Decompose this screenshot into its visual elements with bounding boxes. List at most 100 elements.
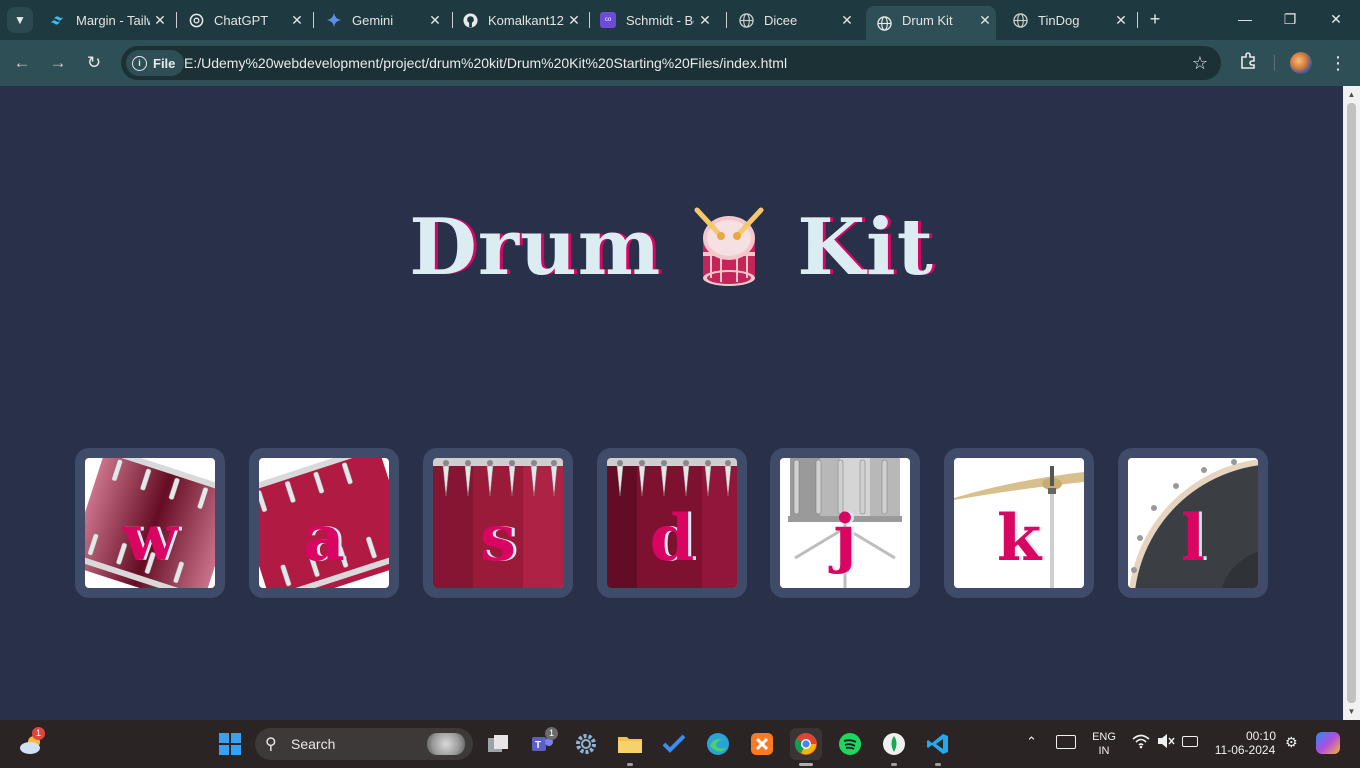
start-windows-icon[interactable] <box>214 728 246 760</box>
close-icon[interactable]: ✕ <box>566 12 582 29</box>
reload-icon[interactable]: ↻ <box>82 51 106 75</box>
weather-badge: 1 <box>32 727 45 740</box>
search-highlight-image <box>427 733 465 755</box>
close-icon[interactable]: ✕ <box>150 12 170 29</box>
drum-pad-j[interactable]: j <box>770 448 920 598</box>
minimize-icon[interactable]: — <box>1225 8 1265 30</box>
windows-taskbar: 1 ⚲ Search T 1 ⌃ ENG IN 00:10 11-06-2024… <box>0 720 1360 768</box>
drum-pad-set: w a s d j k l <box>75 448 1275 598</box>
drum-pad-l[interactable]: l <box>1118 448 1268 598</box>
drum-pad-a[interactable]: a <box>249 448 399 598</box>
pad-key-label: a <box>303 500 345 576</box>
drum-pad-s[interactable]: s <box>423 448 573 598</box>
drum-pad-w[interactable]: w <box>75 448 225 598</box>
battery-icon[interactable] <box>1182 736 1198 747</box>
globe-icon <box>876 15 892 31</box>
task-view-icon[interactable] <box>482 728 514 760</box>
tab-title: ChatGPT <box>214 12 269 28</box>
todo-check-icon[interactable] <box>658 728 690 760</box>
xampp-icon[interactable] <box>746 728 778 760</box>
pad-key-label: w <box>122 500 178 576</box>
window-close-icon[interactable]: ✕ <box>1316 8 1356 30</box>
close-icon[interactable]: ✕ <box>836 12 858 29</box>
notification-bell-icon[interactable]: ⚙ <box>1285 734 1298 751</box>
github-icon <box>462 12 478 28</box>
drum-pad-d[interactable]: d <box>597 448 747 598</box>
url-text[interactable]: E:/Udemy%20webdevelopment/project/drum%2… <box>184 55 787 71</box>
tab-tindog[interactable]: TinDog ✕ <box>1002 6 1132 34</box>
volume-muted-icon[interactable] <box>1157 733 1175 754</box>
profile-avatar[interactable] <box>1290 52 1312 74</box>
close-icon[interactable]: ✕ <box>1110 12 1132 29</box>
restore-icon[interactable]: ❐ <box>1270 8 1310 30</box>
vscode-icon[interactable] <box>922 728 954 760</box>
toolbar-divider <box>1274 55 1275 71</box>
back-arrow-icon[interactable]: ← <box>10 51 34 75</box>
scroll-down-arrow-icon[interactable]: ▼ <box>1343 703 1360 720</box>
tab-drum-kit[interactable]: Drum Kit ✕ <box>866 6 996 40</box>
tab-separator <box>176 12 177 28</box>
close-icon[interactable]: ✕ <box>974 12 996 35</box>
file-explorer-icon[interactable] <box>614 728 646 760</box>
tab-title: Schmidt - Be <box>626 12 694 28</box>
address-bar[interactable]: i File E:/Udemy%20webdevelopment/project… <box>121 46 1221 80</box>
tab-chatgpt[interactable]: ChatGPT ✕ <box>178 6 308 34</box>
clock[interactable]: 00:10 11-06-2024 <box>1210 729 1280 757</box>
forward-arrow-icon[interactable]: → <box>46 51 70 75</box>
wifi-icon[interactable] <box>1132 733 1150 754</box>
scroll-up-arrow-icon[interactable]: ▲ <box>1343 86 1360 103</box>
tab-margin-tailwind[interactable]: Margin - Tailwind CSS ✕ <box>40 6 170 34</box>
copilot-icon[interactable] <box>1316 732 1340 754</box>
gemini-icon <box>326 12 342 28</box>
tab-separator <box>313 12 314 28</box>
drum-emoji-icon <box>689 206 769 287</box>
title-kit: Kit <box>797 202 934 294</box>
clock-date: 11-06-2024 <box>1214 743 1276 757</box>
chatgpt-icon <box>188 12 204 28</box>
bookmark-star-icon[interactable]: ☆ <box>1192 53 1208 74</box>
search-icon: ⚲ <box>265 736 277 753</box>
close-icon[interactable]: ✕ <box>424 12 446 29</box>
taskbar-search-box[interactable]: ⚲ Search <box>255 728 473 760</box>
edge-browser-icon[interactable] <box>702 728 734 760</box>
spotify-icon[interactable] <box>834 728 866 760</box>
tab-coolors[interactable]: co Schmidt - Be ✕ <box>590 6 720 34</box>
running-indicator <box>627 763 633 766</box>
page-title: Drum Kit <box>0 202 1343 293</box>
close-icon[interactable]: ✕ <box>286 12 308 29</box>
close-icon[interactable]: ✕ <box>694 12 716 29</box>
keyboard-icon[interactable] <box>1056 735 1076 749</box>
tab-title: Drum Kit <box>902 12 953 28</box>
tray-chevron-up-icon[interactable]: ⌃ <box>1026 734 1037 750</box>
tab-dicee[interactable]: Dicee ✕ <box>728 6 858 34</box>
pad-key-label: j <box>833 500 857 576</box>
tailwind-icon <box>50 12 66 28</box>
tab-title: Gemini <box>352 12 394 28</box>
tab-title: Dicee <box>764 12 798 28</box>
running-indicator <box>935 763 941 766</box>
pad-key-label: l <box>1180 500 1206 576</box>
tab-gemini[interactable]: Gemini ✕ <box>316 6 446 34</box>
site-info-chip[interactable]: i File <box>126 50 185 76</box>
input-language[interactable]: ENG IN <box>1088 730 1120 758</box>
globe-icon <box>1012 12 1028 28</box>
tab-separator <box>726 12 727 28</box>
tab-search-button[interactable]: ▼ <box>7 7 33 33</box>
extensions-icon[interactable] <box>1236 51 1260 75</box>
tab-separator <box>1137 12 1138 28</box>
language-code: ENG <box>1092 731 1116 743</box>
pad-key-label: d <box>649 500 695 576</box>
tab-github[interactable]: Komalkant12 ✕ <box>452 6 582 34</box>
search-label: Search <box>291 736 336 752</box>
scroll-thumb[interactable] <box>1347 103 1356 703</box>
chrome-icon[interactable] <box>790 728 822 760</box>
menu-kebab-icon[interactable]: ⋮ <box>1326 51 1350 75</box>
site-info-label: File <box>153 55 176 71</box>
drum-pad-k[interactable]: k <box>944 448 1094 598</box>
globe-icon <box>738 12 754 28</box>
page-scrollbar[interactable]: ▲ ▼ <box>1343 86 1360 720</box>
mongodb-icon[interactable] <box>878 728 910 760</box>
settings-gear-icon[interactable] <box>570 728 602 760</box>
coolors-icon: co <box>600 12 616 28</box>
new-tab-plus-icon[interactable]: + <box>1144 8 1166 30</box>
